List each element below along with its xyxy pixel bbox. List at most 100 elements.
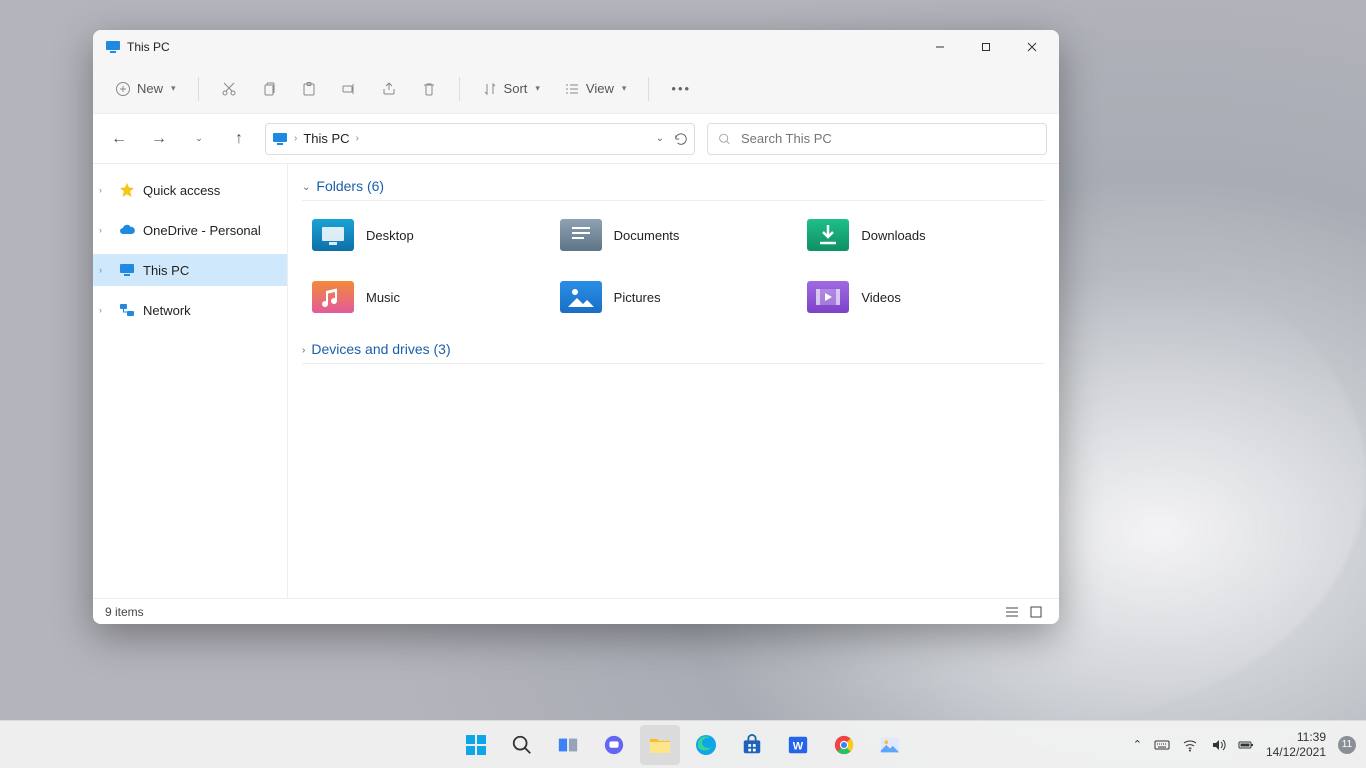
search-box[interactable] [707,123,1047,155]
section-folders-header[interactable]: ⌄ Folders (6) [302,172,1045,201]
folder-label: Pictures [614,290,661,305]
monitor-icon [272,131,288,147]
sidebar-item-label: This PC [143,263,189,278]
chevron-right-icon[interactable]: › [99,305,111,315]
folder-music[interactable]: Music [312,275,550,319]
edge-taskbar-icon[interactable] [686,725,726,765]
chevron-right-icon[interactable]: › [99,185,111,195]
sidebar-item-onedrive[interactable]: › OneDrive - Personal [93,214,287,246]
folder-pictures[interactable]: Pictures [560,275,798,319]
search-icon [718,132,731,146]
plus-circle-icon [115,81,131,97]
recent-locations-button[interactable]: ⌄ [185,125,213,153]
chevron-right-icon: › [302,345,305,356]
new-button[interactable]: New ▾ [105,72,186,106]
more-button[interactable]: ••• [661,72,701,106]
view-button[interactable]: View ▾ [554,72,636,106]
wifi-icon[interactable] [1182,737,1198,753]
folder-documents[interactable]: Documents [560,213,798,257]
chevron-down-icon: ▾ [535,83,540,94]
breadcrumb-root[interactable]: This PC [303,131,349,146]
chevron-right-icon[interactable]: › [99,225,111,235]
task-view-button[interactable] [548,725,588,765]
file-explorer-window: This PC New ▾ Sort ▾ View ▾ ••• [93,30,1059,624]
word-taskbar-icon[interactable]: W [778,725,818,765]
folders-grid: Desktop Documents Downloads Music Pictur… [302,201,1045,335]
search-input[interactable] [741,131,1036,146]
photos-taskbar-icon[interactable] [870,725,910,765]
rename-icon [341,81,357,97]
volume-icon[interactable] [1210,737,1226,753]
folder-videos[interactable]: Videos [807,275,1045,319]
section-devices-header[interactable]: › Devices and drives (3) [302,335,1045,364]
folder-label: Desktop [366,228,414,243]
chevron-down-icon: ▾ [622,83,627,94]
trash-icon [421,81,437,97]
taskbar-search-button[interactable] [502,725,542,765]
cut-button[interactable] [211,72,247,106]
network-icon [119,302,135,318]
breadcrumb-separator: › [294,133,297,144]
navigation-sidebar: › Quick access › OneDrive - Personal › T… [93,164,288,598]
folder-downloads[interactable]: Downloads [807,213,1045,257]
svg-text:W: W [793,740,804,752]
large-icons-view-button[interactable] [1025,601,1047,623]
chat-button[interactable] [594,725,634,765]
back-button[interactable]: ← [105,125,133,153]
file-explorer-taskbar-icon[interactable] [640,725,680,765]
tray-time: 11:39 [1266,730,1326,744]
delete-button[interactable] [411,72,447,106]
section-devices-label: Devices and drives (3) [311,341,450,357]
sidebar-item-this-pc[interactable]: › This PC [93,254,287,286]
folder-label: Videos [861,290,901,305]
copy-icon [261,81,277,97]
sort-icon [482,81,498,97]
copy-button[interactable] [251,72,287,106]
address-bar[interactable]: › This PC › ⌄ [265,123,695,155]
sidebar-item-label: OneDrive - Personal [143,223,261,238]
sidebar-item-quick-access[interactable]: › Quick access [93,174,287,206]
paste-button[interactable] [291,72,327,106]
sidebar-item-label: Network [143,303,191,318]
battery-icon[interactable] [1238,737,1254,753]
close-button[interactable] [1009,30,1055,64]
ellipsis-icon: ••• [671,81,691,96]
start-button[interactable] [456,725,496,765]
folder-label: Downloads [861,228,925,243]
folder-desktop[interactable]: Desktop [312,213,550,257]
store-taskbar-icon[interactable] [732,725,772,765]
notifications-badge[interactable]: 11 [1338,736,1356,754]
keyboard-icon[interactable] [1154,737,1170,753]
pictures-folder-icon [560,281,602,313]
sort-button[interactable]: Sort ▾ [472,72,550,106]
chrome-taskbar-icon[interactable] [824,725,864,765]
breadcrumb-separator: › [356,133,359,144]
clock-button[interactable]: 11:39 14/12/2021 [1266,730,1326,759]
cloud-icon [119,222,135,238]
tray-overflow-button[interactable]: ⌃ [1133,738,1142,751]
content-pane: ⌄ Folders (6) Desktop Documents Download… [288,164,1059,598]
this-pc-icon [105,39,121,55]
up-button[interactable]: ↑ [225,125,253,153]
minimize-button[interactable] [917,30,963,64]
chevron-right-icon[interactable]: › [99,265,111,275]
view-button-label: View [586,81,614,96]
forward-button[interactable]: → [145,125,173,153]
details-view-button[interactable] [1001,601,1023,623]
maximize-button[interactable] [963,30,1009,64]
command-toolbar: New ▾ Sort ▾ View ▾ ••• [93,64,1059,114]
refresh-icon[interactable] [674,132,688,146]
rename-button[interactable] [331,72,367,106]
downloads-folder-icon [807,219,849,251]
chevron-down-icon[interactable]: ⌄ [656,133,664,144]
videos-folder-icon [807,281,849,313]
documents-folder-icon [560,219,602,251]
sidebar-item-label: Quick access [143,183,220,198]
chevron-down-icon: ⌄ [302,182,310,193]
sidebar-item-network[interactable]: › Network [93,294,287,326]
address-row: ← → ⌄ ↑ › This PC › ⌄ [93,114,1059,164]
titlebar[interactable]: This PC [93,30,1059,64]
share-icon [381,81,397,97]
share-button[interactable] [371,72,407,106]
status-bar: 9 items [93,598,1059,624]
